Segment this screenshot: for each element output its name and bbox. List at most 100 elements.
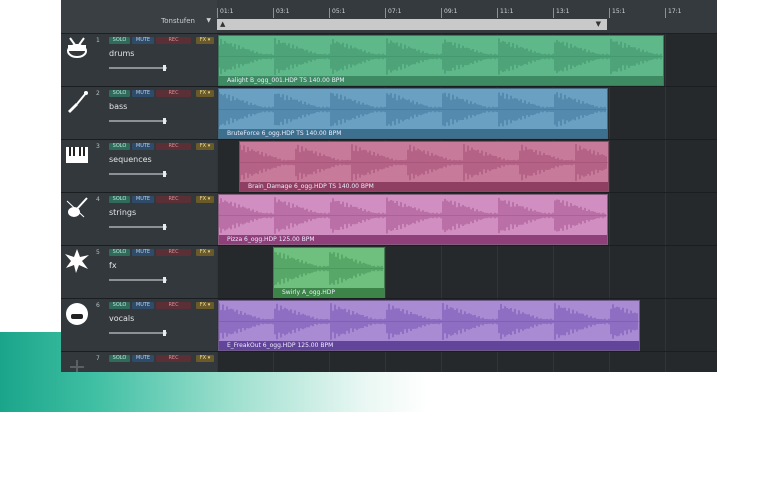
track-lane[interactable]: E_FreakOut 6_ogg.HDP 125.00 BPM xyxy=(217,299,717,351)
mute-button[interactable]: MUTE xyxy=(132,37,154,44)
timeline-ruler[interactable]: 01:1 03:1 05:1 07:1 09:1 11:1 13:1 15:1 … xyxy=(217,0,717,34)
mute-button[interactable]: MUTE xyxy=(132,302,154,309)
track-header-bar: Tonstufen ▼ xyxy=(61,0,217,34)
fx-button[interactable]: FX ▾ xyxy=(196,143,214,150)
track-header[interactable]: 2 SOLO MUTE REC FX ▾ bass xyxy=(61,87,218,139)
track-lane[interactable]: Swirly A_ogg.HDP xyxy=(217,246,717,298)
ruler-marker: 13:1 xyxy=(553,8,569,18)
volume-slider[interactable] xyxy=(109,171,167,177)
track-row[interactable]: 4 SOLO MUTE REC FX ▾ strings Pizza 6_ogg.HDP 1… xyxy=(61,193,717,246)
track-number: 7 xyxy=(96,355,100,362)
track-row[interactable]: 7 SOLO MUTE REC FX ▾ xyxy=(61,352,717,372)
bar-gridline xyxy=(609,193,610,245)
record-button[interactable]: REC xyxy=(156,37,191,44)
bar-gridline xyxy=(553,352,554,372)
record-button[interactable]: REC xyxy=(156,143,191,150)
track-lane[interactable]: Pizza 6_ogg.HDP 125.00 BPM xyxy=(217,193,717,245)
loop-range-bar[interactable]: ▲ ▼ xyxy=(217,19,607,30)
track-row[interactable]: 5 SOLO MUTE REC FX ▾ fx Swirly A_ogg.HDP xyxy=(61,246,717,299)
track-lane[interactable]: Brain_Damage 6_ogg.HDP TS 140.00 BPM xyxy=(217,140,717,192)
track-row[interactable]: 3 SOLO MUTE REC FX ▾ sequences Brain_Damage 6_… xyxy=(61,140,717,193)
clip-caption: BruteForce 6_ogg.HDP TS 140.00 BPM xyxy=(219,129,607,138)
solo-button[interactable]: SOLO xyxy=(109,143,130,150)
clip-caption: Swirly A_ogg.HDP xyxy=(274,288,384,297)
record-button[interactable]: REC xyxy=(156,196,191,203)
track-row[interactable]: 1 SOLO MUTE REC FX ▾ drums Aalight B_ogg_001.H… xyxy=(61,34,717,87)
track-number: 4 xyxy=(96,196,100,203)
track-header[interactable]: 4 SOLO MUTE REC FX ▾ strings xyxy=(61,193,218,245)
volume-slider[interactable] xyxy=(109,224,167,230)
track-header[interactable]: 7 SOLO MUTE REC FX ▾ xyxy=(61,352,218,372)
record-button[interactable]: REC xyxy=(156,90,191,97)
track-number: 1 xyxy=(96,37,100,44)
solo-button[interactable]: SOLO xyxy=(109,90,130,97)
bass-guitar-icon xyxy=(64,89,90,115)
audio-clip[interactable]: Aalight B_ogg_001.HDP TS 140.00 BPM xyxy=(218,35,664,86)
track-header[interactable]: 1 SOLO MUTE REC FX ▾ drums xyxy=(61,34,218,86)
fx-button[interactable]: FX ▾ xyxy=(196,90,214,97)
track-number: 6 xyxy=(96,302,100,309)
bar-gridline xyxy=(385,246,386,298)
track-row[interactable]: 6 SOLO MUTE REC FX ▾ vocals E_FreakOut 6_ogg.H… xyxy=(61,299,717,352)
ruler-marker: 17:1 xyxy=(665,8,681,18)
audio-clip[interactable]: E_FreakOut 6_ogg.HDP 125.00 BPM xyxy=(218,300,640,351)
waveform xyxy=(240,144,608,181)
bar-gridline xyxy=(273,352,274,372)
mute-button[interactable]: MUTE xyxy=(132,143,154,150)
audio-clip[interactable]: Swirly A_ogg.HDP xyxy=(273,247,385,298)
track-lane[interactable] xyxy=(217,352,717,372)
bar-gridline xyxy=(217,140,218,192)
fx-button[interactable]: FX ▾ xyxy=(196,249,214,256)
bar-gridline xyxy=(609,246,610,298)
solo-button[interactable]: SOLO xyxy=(109,302,130,309)
track-lane[interactable]: Aalight B_ogg_001.HDP TS 140.00 BPM xyxy=(217,34,717,86)
bar-gridline xyxy=(665,34,666,86)
bar-gridline xyxy=(609,140,610,192)
volume-slider-knob[interactable] xyxy=(163,65,166,71)
record-button[interactable]: REC xyxy=(156,302,191,309)
mute-button[interactable]: MUTE xyxy=(132,196,154,203)
volume-slider-knob[interactable] xyxy=(163,224,166,230)
ruler-marker: 03:1 xyxy=(273,8,289,18)
fx-button[interactable]: FX ▾ xyxy=(196,302,214,309)
volume-slider-knob[interactable] xyxy=(163,330,166,336)
volume-slider-knob[interactable] xyxy=(163,277,166,283)
volume-slider[interactable] xyxy=(109,330,167,336)
mute-button[interactable]: MUTE xyxy=(132,90,154,97)
loop-start-handle[interactable]: ▲ xyxy=(220,20,225,28)
track-name[interactable]: fx xyxy=(109,261,117,270)
fx-button[interactable]: FX ▾ xyxy=(196,196,214,203)
volume-slider-knob[interactable] xyxy=(163,118,166,124)
loop-end-handle[interactable]: ▼ xyxy=(596,20,601,28)
fx-button[interactable]: FX ▾ xyxy=(196,37,214,44)
volume-slider[interactable] xyxy=(109,65,167,71)
track-name[interactable]: vocals xyxy=(109,314,134,323)
audio-clip[interactable]: Brain_Damage 6_ogg.HDP TS 140.00 BPM xyxy=(239,141,609,192)
track-header[interactable]: 3 SOLO MUTE REC FX ▾ sequences xyxy=(61,140,218,192)
track-name[interactable]: sequences xyxy=(109,155,152,164)
ruler-marker: 07:1 xyxy=(385,8,401,18)
audio-clip[interactable]: Pizza 6_ogg.HDP 125.00 BPM xyxy=(218,194,608,245)
track-lane[interactable]: BruteForce 6_ogg.HDP TS 140.00 BPM xyxy=(217,87,717,139)
track-name[interactable]: strings xyxy=(109,208,136,217)
mute-button[interactable]: MUTE xyxy=(132,249,154,256)
track-name[interactable]: bass xyxy=(109,102,127,111)
record-button[interactable]: REC xyxy=(156,249,191,256)
track-row[interactable]: 2 SOLO MUTE REC FX ▾ bass BruteForce 6_ogg.HDP… xyxy=(61,87,717,140)
dropdown-caret-icon[interactable]: ▼ xyxy=(206,17,211,24)
solo-button[interactable]: SOLO xyxy=(109,355,130,362)
track-name[interactable]: drums xyxy=(109,49,134,58)
solo-button[interactable]: SOLO xyxy=(109,37,130,44)
solo-button[interactable]: SOLO xyxy=(109,249,130,256)
solo-button[interactable]: SOLO xyxy=(109,196,130,203)
audio-clip[interactable]: BruteForce 6_ogg.HDP TS 140.00 BPM xyxy=(218,88,608,139)
mute-button[interactable]: MUTE xyxy=(132,355,154,362)
volume-slider-knob[interactable] xyxy=(163,171,166,177)
volume-slider[interactable] xyxy=(109,277,167,283)
track-header[interactable]: 5 SOLO MUTE REC FX ▾ fx xyxy=(61,246,218,298)
bar-gridline xyxy=(665,193,666,245)
fx-button[interactable]: FX ▾ xyxy=(196,355,214,362)
record-button[interactable]: REC xyxy=(156,355,191,362)
volume-slider[interactable] xyxy=(109,118,167,124)
track-header[interactable]: 6 SOLO MUTE REC FX ▾ vocals xyxy=(61,299,218,351)
